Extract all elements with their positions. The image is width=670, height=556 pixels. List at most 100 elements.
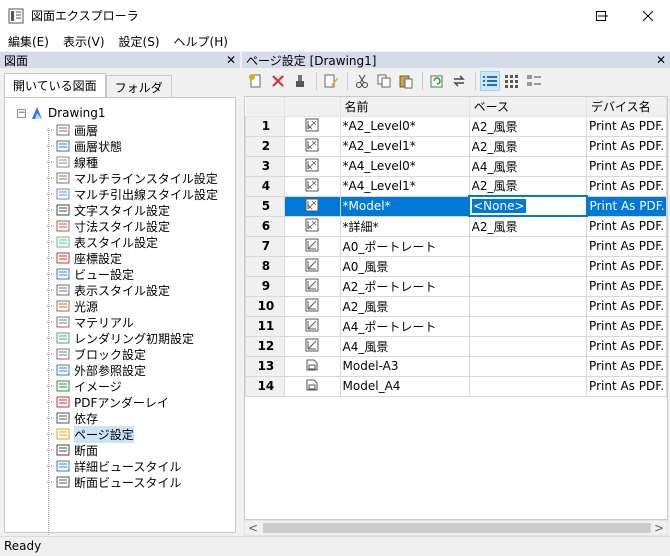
base-cell[interactable]: <None> — [468, 195, 588, 217]
base-cell[interactable] — [468, 255, 588, 277]
row-number[interactable]: 11 — [245, 315, 285, 337]
name-cell[interactable]: *詳細* — [339, 215, 470, 237]
base-cell[interactable]: A2_風景 — [468, 135, 588, 157]
base-cell[interactable] — [468, 315, 588, 337]
tree-item[interactable]: 座標設定 — [47, 250, 122, 266]
name-cell[interactable]: *A4_Level1* — [339, 175, 470, 197]
row-number[interactable]: 2 — [245, 135, 285, 157]
base-cell[interactable]: A2_風景 — [468, 175, 588, 197]
row-number[interactable]: 10 — [245, 295, 285, 317]
tree-item[interactable]: 画層状態 — [47, 138, 122, 154]
tree-item[interactable]: 線種 — [47, 154, 98, 170]
table-row[interactable]: 5 *Model* <None> Print As PDF. — [245, 195, 667, 217]
device-cell[interactable]: Print As PDF. — [586, 255, 667, 277]
device-cell[interactable]: Print As PDF. — [586, 335, 667, 357]
tree-item[interactable]: 表スタイル設定 — [47, 234, 158, 250]
row-number[interactable]: 9 — [245, 275, 285, 297]
pane-close-icon[interactable]: ✕ — [656, 54, 666, 66]
base-cell[interactable]: A2_風景 — [468, 215, 588, 237]
tree-item[interactable]: 表示スタイル設定 — [47, 282, 170, 298]
device-cell[interactable]: Print As PDF. — [586, 315, 667, 337]
base-cell[interactable] — [468, 235, 588, 257]
menu-settings[interactable]: 設定(S) — [111, 33, 166, 50]
name-cell[interactable]: A2_ポートレート — [339, 275, 470, 297]
row-number[interactable]: 13 — [245, 355, 285, 377]
row-number[interactable]: 1 — [245, 115, 285, 137]
row-number[interactable]: 6 — [245, 215, 285, 237]
name-cell[interactable]: Model-A3 — [339, 355, 470, 377]
base-cell[interactable] — [468, 355, 588, 377]
pane-close-icon[interactable]: ✕ — [226, 54, 236, 66]
row-number[interactable]: 7 — [245, 235, 285, 257]
tree-root[interactable]: − Drawing1 — [17, 104, 106, 122]
tree-item[interactable]: 依存 — [47, 410, 98, 426]
name-cell[interactable]: A0_ポートレート — [339, 235, 470, 257]
device-cell[interactable]: Print As PDF. — [586, 235, 667, 257]
base-cell[interactable]: A2_風景 — [468, 115, 588, 137]
tree-item[interactable]: PDFアンダーレイ — [47, 394, 169, 410]
horizontal-scrollbar[interactable]: < > — [244, 520, 668, 536]
copy-button[interactable] — [374, 71, 394, 91]
tree-item[interactable]: マルチラインスタイル設定 — [47, 170, 218, 186]
tree-item[interactable]: マルチ引出線スタイル設定 — [47, 186, 218, 202]
tree-item[interactable]: イメージ — [47, 378, 122, 394]
table-row[interactable]: 10 A2_風景 Print As PDF. — [245, 295, 667, 317]
name-cell[interactable]: *A2_Level1* — [339, 135, 470, 157]
name-cell[interactable]: Model_A4 — [339, 375, 470, 397]
device-cell[interactable]: Print As PDF. — [586, 215, 667, 237]
device-cell[interactable]: Print As PDF. — [586, 155, 667, 177]
device-cell[interactable]: Print As PDF. — [586, 375, 667, 397]
device-cell[interactable]: Print As PDF. — [586, 175, 667, 197]
device-cell[interactable]: Print As PDF. — [586, 135, 667, 157]
purge-button[interactable] — [290, 71, 310, 91]
device-cell[interactable]: Print As PDF. — [586, 195, 667, 217]
row-number[interactable]: 12 — [245, 335, 285, 357]
table-row[interactable]: 7 A0_ポートレート Print As PDF. — [245, 235, 667, 257]
menu-view[interactable]: 表示(V) — [55, 33, 111, 50]
row-number[interactable]: 3 — [245, 155, 285, 177]
tab-folder[interactable]: フォルダ — [105, 75, 172, 97]
column-header-base[interactable]: ベース — [469, 97, 588, 117]
row-number[interactable]: 8 — [245, 255, 285, 277]
menu-help[interactable]: ヘルプ(H) — [166, 33, 234, 50]
tree-item[interactable]: ビュー設定 — [47, 266, 134, 282]
tree-item[interactable]: ブロック設定 — [47, 346, 146, 362]
base-cell[interactable] — [468, 335, 588, 357]
tree-item[interactable]: 詳細ビュースタイル — [47, 458, 181, 474]
row-number[interactable]: 5 — [245, 195, 285, 217]
scroll-left-icon[interactable]: < — [248, 521, 258, 535]
name-cell[interactable]: A2_風景 — [339, 295, 470, 317]
table-row[interactable]: 6 *詳細* A2_風景 Print As PDF. — [245, 215, 667, 237]
tree-item[interactable]: 断面ビュースタイル — [47, 474, 181, 490]
new-button[interactable] — [246, 71, 266, 91]
tree-item[interactable]: 寸法スタイル設定 — [47, 218, 170, 234]
edit-button[interactable] — [321, 71, 341, 91]
scroll-right-icon[interactable]: > — [654, 521, 664, 535]
tree-item[interactable]: 画層 — [47, 122, 98, 138]
menu-edit[interactable]: 編集(E) — [0, 33, 55, 50]
swap-button[interactable] — [449, 71, 469, 91]
tree-item[interactable]: ページ設定 — [47, 425, 134, 443]
table-row[interactable]: 3 *A4_Level0* A4_風景 Print As PDF. — [245, 155, 667, 177]
cut-button[interactable] — [352, 71, 372, 91]
device-cell[interactable]: Print As PDF. — [586, 115, 667, 137]
table-row[interactable]: 4 *A4_Level1* A2_風景 Print As PDF. — [245, 175, 667, 197]
name-cell[interactable]: A4_風景 — [339, 335, 470, 357]
delete-button[interactable] — [268, 71, 288, 91]
table-row[interactable]: 9 A2_ポートレート Print As PDF. — [245, 275, 667, 297]
maximize-button[interactable] — [578, 0, 623, 31]
tree-item[interactable]: 光源 — [47, 298, 98, 314]
device-cell[interactable]: Print As PDF. — [586, 295, 667, 317]
scrollbar-thumb[interactable] — [263, 523, 651, 533]
refresh-button[interactable] — [427, 71, 447, 91]
name-cell[interactable]: *A4_Level0* — [339, 155, 470, 177]
tree-item[interactable]: レンダリング初期設定 — [47, 330, 194, 346]
name-cell[interactable]: *A2_Level0* — [339, 115, 470, 137]
table-row[interactable]: 14 Model_A4 Print As PDF. — [245, 375, 667, 397]
row-number[interactable]: 4 — [245, 175, 285, 197]
table-row[interactable]: 8 A0_風景 Print As PDF. — [245, 255, 667, 277]
device-cell[interactable]: Print As PDF. — [586, 355, 667, 377]
table-row[interactable]: 1 *A2_Level0* A2_風景 Print As PDF. — [245, 115, 667, 137]
tree-item[interactable]: 外部参照設定 — [47, 362, 146, 378]
large-icons-button[interactable] — [502, 71, 522, 91]
